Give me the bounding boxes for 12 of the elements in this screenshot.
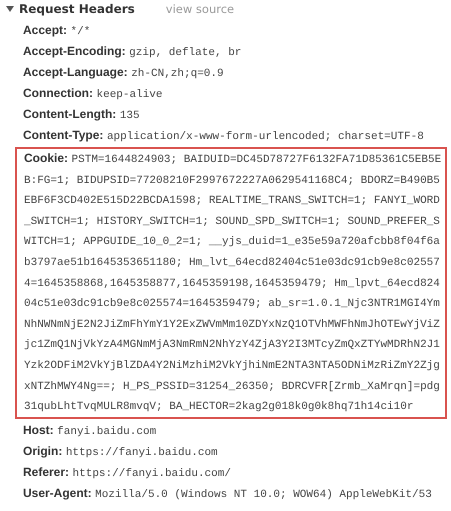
header-entry: User-Agent: Mozilla/5.0 (Windows NT 10.0; WOW64) AppleWebKit/53 (23, 484, 432, 503)
header-entry: Accept-Language: zh-CN,zh;q=0.9 (23, 64, 224, 82)
header-entry: Accept: */* (23, 22, 90, 40)
header-entry: Content-Length: 135 (23, 106, 140, 124)
header-entry: Host: fanyi.baidu.com (23, 422, 156, 440)
header-entry: Connection: keep-alive (23, 85, 163, 103)
section-title[interactable]: Request Headers (19, 2, 135, 16)
header-entry: Content-Type: application/x-www-form-urlencoded; charset=UTF-8 (23, 127, 424, 145)
header-entry: Referer: https://fanyi.baidu.com/ (23, 464, 231, 482)
collapse-triangle-icon[interactable] (6, 5, 14, 13)
header-entry: Origin: https://fanyi.baidu.com (23, 442, 218, 461)
header-entry: Accept-Encoding: gzip, deflate, br (23, 43, 242, 61)
